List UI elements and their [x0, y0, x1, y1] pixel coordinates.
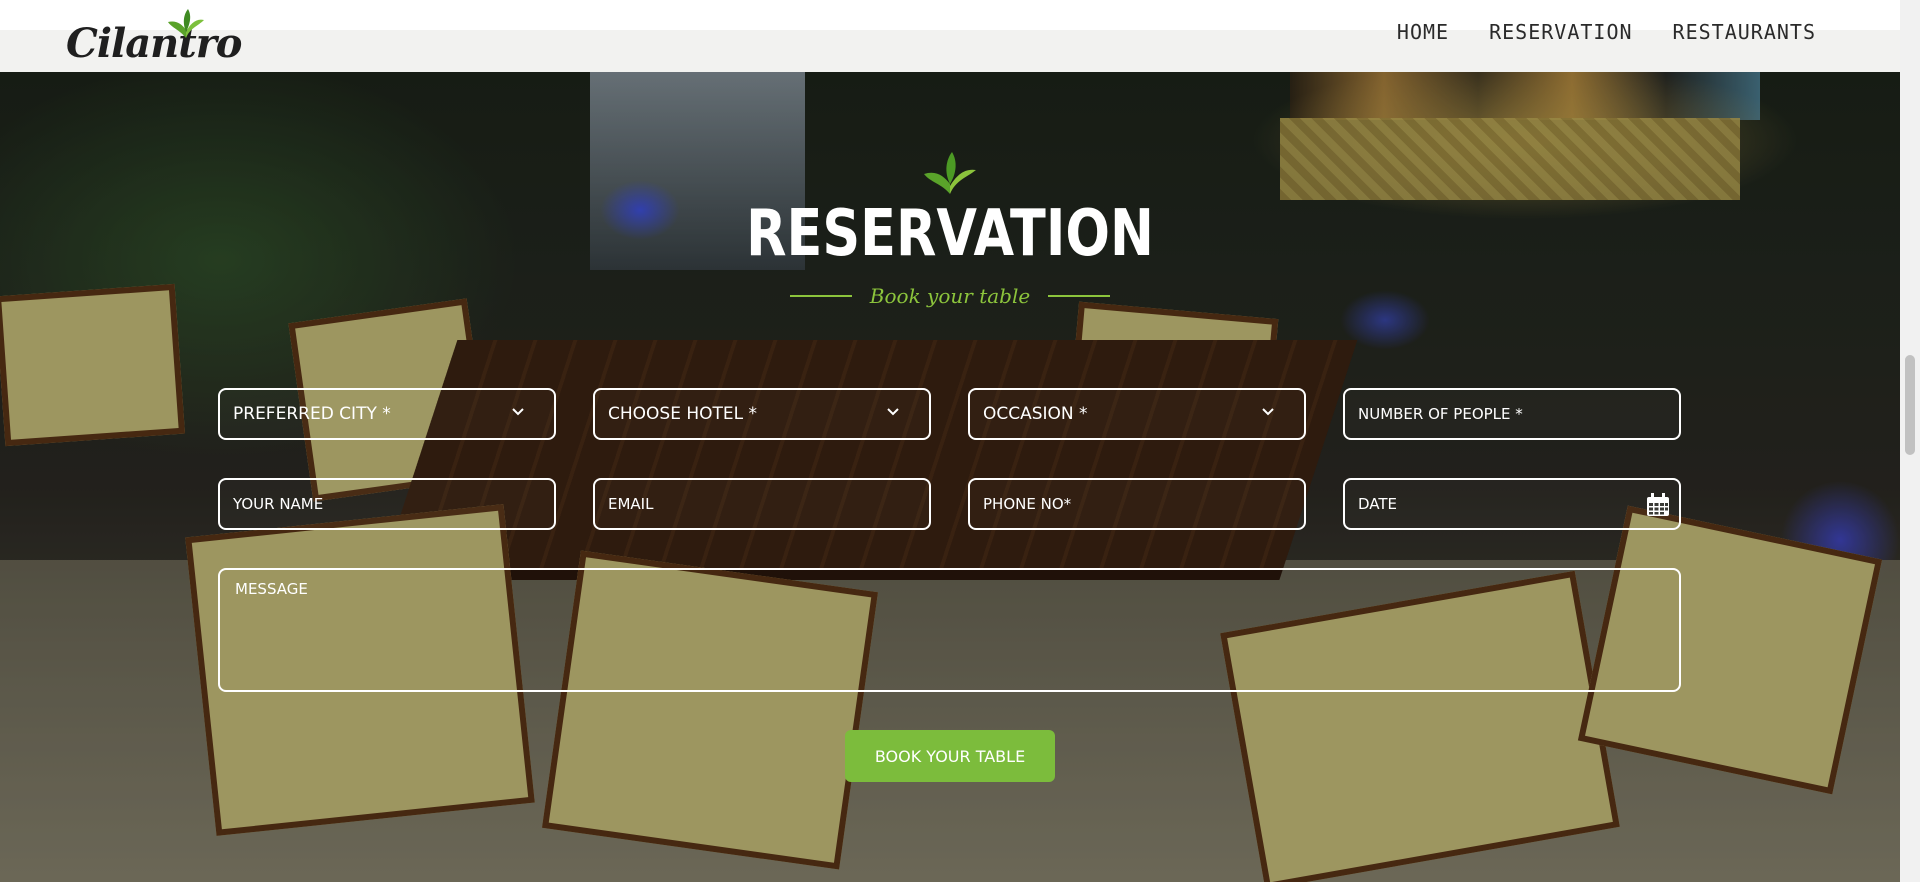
occasion-select[interactable]: OCCASION *: [968, 388, 1306, 440]
phone-placeholder: PHONE NO*: [983, 495, 1072, 513]
book-table-button[interactable]: BOOK YOUR TABLE: [845, 730, 1055, 782]
logo-text: Cilantro: [66, 20, 242, 67]
choose-hotel-select[interactable]: CHOOSE HOTEL *: [593, 388, 931, 440]
main-nav: HOME RESERVATION RESTAURANTS: [1397, 20, 1816, 44]
occasion-label: OCCASION *: [983, 404, 1088, 424]
message-textarea[interactable]: MESSAGE: [218, 568, 1681, 692]
site-header: Cilantro HOME RESERVATION RESTAURANTS: [0, 0, 1900, 72]
phone-input[interactable]: PHONE NO*: [968, 478, 1306, 530]
nav-restaurants[interactable]: RESTAURANTS: [1673, 20, 1816, 44]
email-input[interactable]: EMAIL: [593, 478, 931, 530]
date-input[interactable]: DATE: [1343, 478, 1681, 530]
page-title: RESERVATION: [746, 197, 1154, 271]
chevron-down-icon: [512, 408, 524, 416]
logo[interactable]: Cilantro: [66, 8, 242, 67]
divider: [789, 295, 852, 297]
preferred-city-select[interactable]: PREFERRED CITY *: [218, 388, 556, 440]
choose-hotel-label: CHOOSE HOTEL *: [608, 404, 758, 424]
date-placeholder: DATE: [1358, 495, 1398, 513]
nav-home[interactable]: HOME: [1397, 20, 1449, 44]
preferred-city-label: PREFERRED CITY *: [233, 404, 391, 424]
nav-reservation[interactable]: RESERVATION: [1489, 20, 1632, 44]
leaf-icon: [168, 9, 204, 38]
name-input[interactable]: YOUR NAME: [218, 478, 556, 530]
chevron-down-icon: [887, 408, 899, 416]
calendar-icon[interactable]: [1645, 492, 1671, 518]
number-of-people-placeholder: NUMBER OF PEOPLE *: [1358, 405, 1523, 423]
name-placeholder: YOUR NAME: [233, 495, 324, 513]
page-subtitle: Book your table: [869, 284, 1031, 308]
chevron-down-icon: [1262, 408, 1274, 416]
leaf-icon: [924, 152, 976, 194]
page-scrollbar[interactable]: [1900, 0, 1920, 882]
subtitle-row: Book your table: [0, 284, 1900, 308]
number-of-people-input[interactable]: NUMBER OF PEOPLE *: [1343, 388, 1681, 440]
message-placeholder: MESSAGE: [235, 580, 308, 598]
divider: [1048, 295, 1111, 297]
scroll-thumb[interactable]: [1905, 355, 1915, 455]
email-placeholder: EMAIL: [608, 495, 654, 513]
